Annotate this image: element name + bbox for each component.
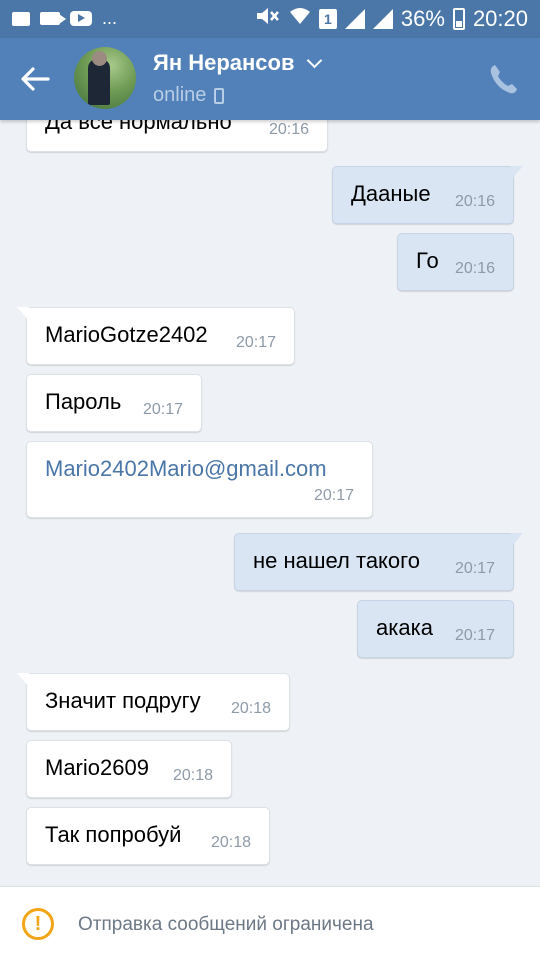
back-arrow-icon bbox=[21, 67, 50, 91]
signal-icon bbox=[344, 9, 365, 29]
contact-info[interactable]: Ян Нерансов online bbox=[153, 50, 322, 107]
message-time: 20:16 bbox=[454, 260, 495, 277]
chevron-down-icon bbox=[306, 52, 322, 69]
contact-name: Ян Нерансов bbox=[153, 50, 295, 75]
message-time: 20:16 bbox=[454, 193, 495, 210]
message-time: 20:17 bbox=[313, 487, 354, 504]
battery-icon bbox=[452, 8, 465, 30]
message-text: Так попробуй bbox=[45, 822, 182, 847]
message-incoming[interactable]: Mario2402Mario@gmail.com 20:17 bbox=[26, 441, 373, 518]
message-incoming[interactable]: MarioGotze2402 20:17 bbox=[17, 307, 295, 365]
mobile-device-icon bbox=[214, 87, 225, 104]
battery-percent: 36% bbox=[400, 6, 445, 31]
message-text: акака bbox=[376, 615, 433, 640]
youtube-icon bbox=[70, 11, 92, 26]
avatar[interactable] bbox=[74, 47, 136, 109]
email-link[interactable]: Mario2402Mario@gmail.com bbox=[45, 456, 327, 482]
wifi-icon bbox=[289, 6, 311, 32]
message-list[interactable]: Да все нормально 20:16 Дааные 20:16 Го 2… bbox=[0, 120, 540, 886]
message-text: Го bbox=[416, 248, 439, 273]
video-camera-icon bbox=[40, 12, 66, 25]
chat-header: Ян Нерансов online bbox=[0, 38, 540, 120]
clock: 20:20 bbox=[472, 6, 528, 31]
message-text: Mario2609 bbox=[45, 755, 149, 780]
message-time: 20:16 bbox=[268, 121, 309, 138]
message-incoming[interactable]: Пароль 20:17 bbox=[26, 374, 202, 432]
message-incoming[interactable]: Значит подругу 20:18 bbox=[17, 673, 290, 731]
message-time: 20:17 bbox=[454, 560, 495, 577]
message-incoming[interactable]: Да все нормально 20:16 bbox=[26, 120, 328, 152]
status-bar: ... 1 36% 20:20 bbox=[0, 0, 540, 38]
back-button[interactable] bbox=[16, 60, 54, 98]
message-outgoing[interactable]: Дааные 20:16 bbox=[332, 166, 523, 224]
online-status: online bbox=[153, 84, 207, 106]
more-notifications-indicator: ... bbox=[102, 8, 118, 28]
message-outgoing[interactable]: не нашел такого 20:17 bbox=[234, 533, 523, 591]
restriction-banner: ! Отправка сообщений ограничена bbox=[0, 886, 540, 960]
message-outgoing[interactable]: Го 20:16 bbox=[397, 233, 514, 291]
message-time: 20:18 bbox=[230, 700, 271, 717]
message-incoming[interactable]: Так попробуй 20:18 bbox=[26, 807, 270, 865]
message-text: Значит подругу bbox=[45, 688, 201, 713]
message-text: MarioGotze2402 bbox=[45, 322, 208, 347]
message-text: Пароль bbox=[45, 389, 122, 414]
message-incoming[interactable]: Mario2609 20:18 bbox=[26, 740, 232, 798]
message-text: Дааные bbox=[351, 181, 431, 206]
gallery-icon bbox=[12, 11, 30, 26]
message-time: 20:17 bbox=[142, 401, 183, 418]
warning-icon: ! bbox=[22, 908, 54, 940]
message-time: 20:18 bbox=[172, 767, 213, 784]
message-time: 20:18 bbox=[210, 834, 251, 851]
call-button[interactable] bbox=[488, 62, 518, 96]
restriction-notice: Отправка сообщений ограничена bbox=[78, 914, 374, 935]
message-time: 20:17 bbox=[454, 627, 495, 644]
sim-icon: 1 bbox=[318, 9, 337, 29]
message-time: 20:17 bbox=[235, 334, 276, 351]
message-text: не нашел такого bbox=[253, 548, 420, 573]
mute-icon bbox=[255, 5, 281, 33]
phone-icon bbox=[490, 65, 517, 94]
signal-icon-2 bbox=[372, 9, 393, 29]
message-outgoing[interactable]: акака 20:17 bbox=[357, 600, 514, 658]
message-text: Да все нормально bbox=[45, 120, 232, 134]
